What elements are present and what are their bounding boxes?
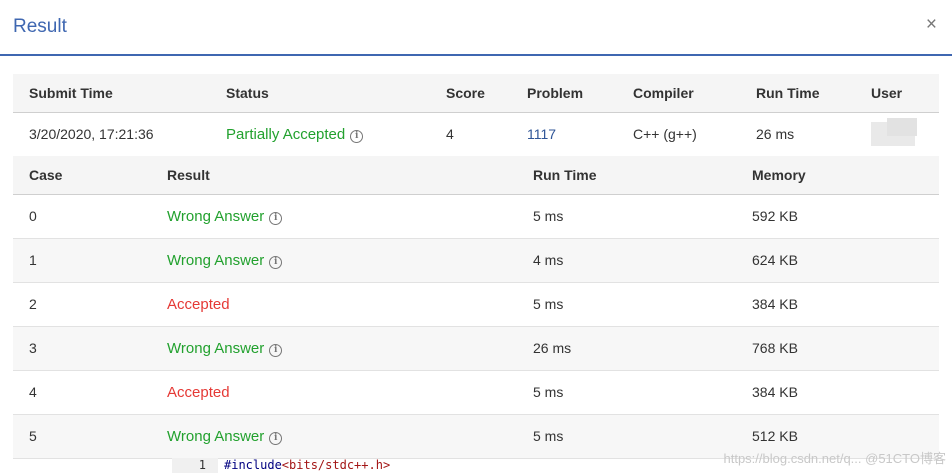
case-number: 4 <box>13 370 167 415</box>
info-circle-icon[interactable]: i <box>269 431 283 445</box>
header-score: Score <box>446 74 527 113</box>
header-status: Status <box>226 74 446 113</box>
case-run-time: 5 ms <box>533 194 752 239</box>
code-header: <bits/stdc++.h> <box>281 458 391 472</box>
summary-header-row: Submit Time Status Score Problem Compile… <box>13 74 939 113</box>
info-circle-icon[interactable]: i <box>269 255 283 269</box>
summary-row: 3/20/2020, 17:21:36 Partially Accepted i … <box>13 112 939 157</box>
header-case: Case <box>13 156 167 195</box>
case-memory: 384 KB <box>752 282 939 327</box>
problem-link[interactable]: 1117 <box>527 126 556 142</box>
case-memory: 624 KB <box>752 238 939 283</box>
score: 4 <box>446 112 527 157</box>
case-number: 1 <box>13 238 167 283</box>
case-memory: 768 KB <box>752 326 939 371</box>
table-row: 2 Accepted 5 ms 384 KB <box>13 282 939 327</box>
cases-header-row: Case Result Run Time Memory <box>13 156 939 195</box>
case-result: Accepted <box>167 383 230 401</box>
table-row: 0 Wrong Answer i 5 ms 592 KB <box>13 194 939 239</box>
summary-table: Submit Time Status Score Problem Compile… <box>13 74 939 157</box>
case-number: 5 <box>13 414 167 459</box>
info-circle-icon[interactable]: i <box>269 211 283 225</box>
line-number: 1 <box>172 458 218 473</box>
case-number: 2 <box>13 282 167 327</box>
case-result: Wrong Answer <box>167 339 265 357</box>
case-result: Wrong Answer <box>167 427 265 445</box>
header-run-time: Run Time <box>756 74 871 113</box>
watermark: https://blog.csdn.net/q... @51CTO博客 <box>723 451 946 466</box>
cases-table: Case Result Run Time Memory 0 Wrong Answ… <box>13 156 939 459</box>
header-memory: Memory <box>752 156 939 195</box>
modal-title: Result <box>13 16 67 37</box>
case-run-time: 5 ms <box>533 282 752 327</box>
case-result: Wrong Answer <box>167 251 265 269</box>
status-text: Partially Accepted <box>226 125 346 143</box>
case-memory: 384 KB <box>752 370 939 415</box>
case-memory: 592 KB <box>752 194 939 239</box>
case-run-time: 26 ms <box>533 326 752 371</box>
case-run-time: 5 ms <box>533 414 752 459</box>
close-icon[interactable]: × <box>926 15 937 34</box>
submit-time: 3/20/2020, 17:21:36 <box>13 112 226 157</box>
case-run-time: 4 ms <box>533 238 752 283</box>
header-compiler: Compiler <box>633 74 756 113</box>
info-circle-icon[interactable]: i <box>269 343 283 357</box>
info-circle-icon[interactable]: i <box>350 129 364 143</box>
code-directive: #include <box>224 458 282 472</box>
code-line: #include<bits/stdc++.h> <box>224 458 390 472</box>
case-number: 0 <box>13 194 167 239</box>
header-submit-time: Submit Time <box>13 74 226 113</box>
table-row: 3 Wrong Answer i 26 ms 768 KB <box>13 326 939 371</box>
case-result: Wrong Answer <box>167 207 265 225</box>
case-run-time: 5 ms <box>533 370 752 415</box>
case-number: 3 <box>13 326 167 371</box>
table-row: 4 Accepted 5 ms 384 KB <box>13 370 939 415</box>
table-row: 1 Wrong Answer i 4 ms 624 KB <box>13 238 939 283</box>
status-cell: Partially Accepted i <box>226 112 446 157</box>
header-case-run-time: Run Time <box>533 156 752 195</box>
run-time: 26 ms <box>756 112 871 157</box>
case-result: Accepted <box>167 295 230 313</box>
header-user: User <box>871 74 939 113</box>
header-result: Result <box>167 156 533 195</box>
modal-header: Result × <box>0 0 952 56</box>
header-problem: Problem <box>527 74 633 113</box>
compiler: C++ (g++) <box>633 112 756 157</box>
user-avatar[interactable] <box>871 118 917 146</box>
